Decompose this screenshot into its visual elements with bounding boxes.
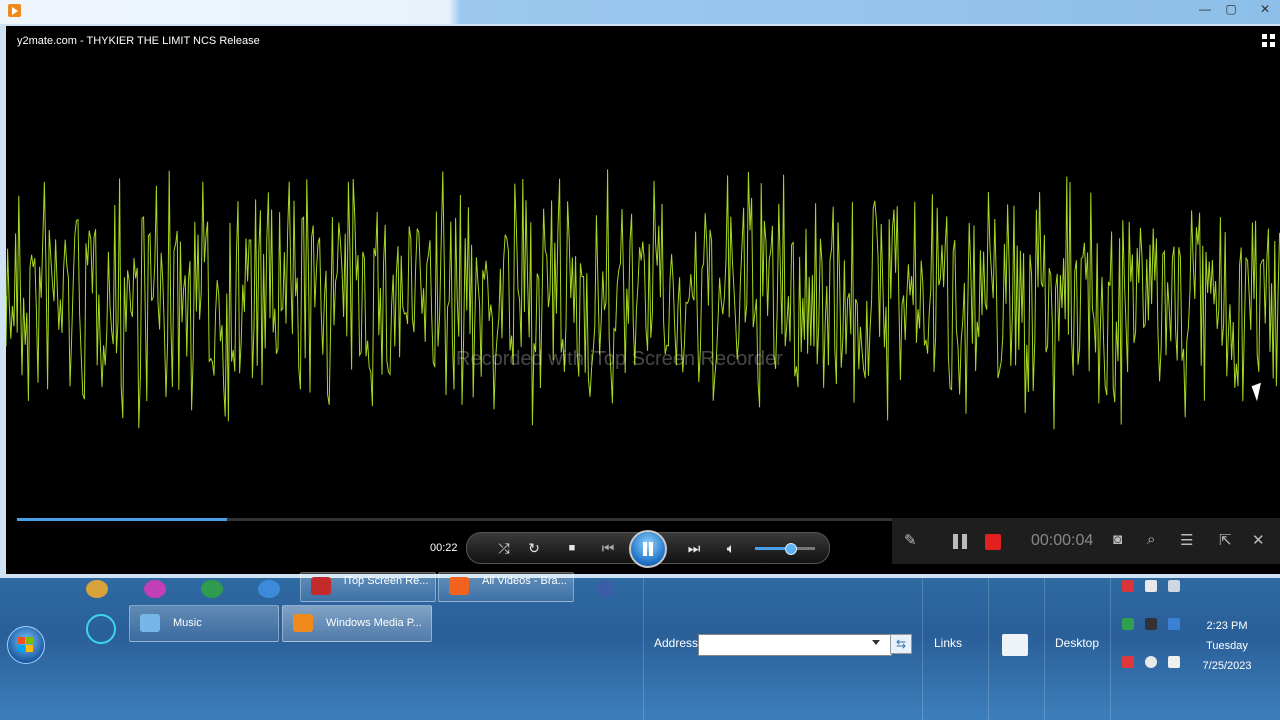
next-icon[interactable]: ⏭ [679,539,709,557]
title-bar[interactable]: — ▢ ✕ [0,0,1280,24]
internet-explorer-icon[interactable] [258,580,280,598]
taskbar-divider [1044,578,1045,720]
display-tray-icon[interactable] [1168,618,1180,630]
previous-icon[interactable]: ⏮ [593,539,623,557]
security-tray-icon[interactable] [1122,618,1134,630]
seek-progress [17,518,227,521]
address-go-button[interactable]: ⇆ [890,634,912,654]
taskbar-divider [643,578,644,720]
browser-quicklaunch-icon[interactable] [144,580,166,598]
stop-icon[interactable]: ■ [561,539,583,557]
facebook-icon[interactable] [596,580,614,598]
system-clock[interactable]: 2:23 PM Tuesday 7/25/2023 [1196,616,1258,676]
recorder-pause-button[interactable] [953,534,967,549]
pen-icon[interactable]: ✎ [904,531,917,549]
taskbar-divider [988,578,989,720]
start-button[interactable] [7,626,45,664]
recorder-close-icon[interactable]: ✕ [1252,531,1265,549]
taskbar-brave[interactable]: All Videos - Bra... [438,572,574,602]
yandex-tray-icon[interactable] [1145,656,1157,668]
volume-icon[interactable]: 🔈︎ [720,539,742,557]
maximize-button[interactable]: ▢ [1220,2,1242,16]
tools-tray-icon[interactable] [1145,618,1157,630]
taskbar-wmp-label: Windows Media P... [326,617,422,629]
recorder-watermark: Recorded with iTop Screen Recorder [456,348,783,370]
wmp-icon [293,614,313,632]
speaker-tray-icon[interactable] [1145,580,1157,592]
taskbar-divider [922,578,923,720]
close-button[interactable]: ✕ [1254,2,1276,16]
recorder-stop-button[interactable] [985,534,1001,550]
shuffle-icon[interactable]: ⤮ [493,539,515,557]
music-icon [140,614,160,632]
pause-button[interactable] [629,530,667,568]
taskbar-itop-recorder[interactable]: iTop Screen Re... [300,572,436,602]
desktop-label[interactable]: Desktop [1055,636,1099,650]
media-player-window: — ▢ ✕ y2mate.com - THYKIER THE LIMIT NCS… [0,0,1280,578]
taskbar-windows-media-player[interactable]: Windows Media P... [282,605,432,642]
annotation-icon[interactable]: ☰ [1180,531,1193,549]
windows-media-player-icon [8,4,21,17]
shield-quicklaunch-icon[interactable] [201,580,223,598]
taskbar: iTop Screen Re... All Videos - Bra... Mu… [0,572,1280,720]
recorder-elapsed: 00:00:04 [1031,532,1094,549]
playback-controls: ⤮ ↻ ■ ⏮ ⏭ 🔈︎ [466,530,830,568]
clock-day: Tuesday [1206,640,1248,652]
itop-icon [311,577,331,595]
brave-icon [449,577,469,595]
taskbar-music-label: Music [173,617,202,629]
desktop-toolbar-icon[interactable] [1002,634,1028,656]
taskbar-brave-label: All Videos - Bra... [482,575,567,587]
popout-icon[interactable]: ⇱ [1219,531,1232,549]
volume-slider[interactable] [755,543,815,555]
taskbar-music[interactable]: Music [129,605,279,642]
address-label: Address [654,636,699,650]
camera-icon[interactable]: ◙ [1113,531,1122,548]
elapsed-time: 00:22 [430,542,458,554]
action-center-flag-icon[interactable] [1168,656,1180,668]
cortana-icon[interactable] [86,614,116,644]
volume-knob[interactable] [784,543,797,555]
clock-date: 7/25/2023 [1202,660,1252,672]
zoom-icon[interactable]: ⌕ [1147,531,1155,548]
flag-red-tray-icon[interactable] [1122,656,1134,668]
taskbar-itop-label: iTop Screen Re... [344,575,429,587]
switch-to-library-icon[interactable] [1262,34,1276,48]
video-area[interactable]: y2mate.com - THYKIER THE LIMIT NCS Relea… [6,26,1280,574]
address-dropdown-icon[interactable] [872,640,880,645]
video-title: y2mate.com - THYKIER THE LIMIT NCS Relea… [17,35,260,47]
chrome-quicklaunch-icon[interactable] [86,580,108,598]
waveform-line [6,169,1280,430]
address-input[interactable] [698,634,892,656]
seek-bar[interactable] [17,518,892,521]
recorder-tray-icon[interactable] [1122,580,1134,592]
network-tray-icon[interactable] [1168,580,1180,592]
minimize-button[interactable]: — [1194,2,1216,16]
clock-time: 2:23 PM [1206,620,1248,632]
links-label[interactable]: Links [934,636,962,650]
audio-visualization [6,169,1280,430]
screen-recorder-toolbar: ✎ 00:00:04 ◙ ⌕ ☰ ⇱ ✕ [892,518,1280,564]
taskbar-divider [1110,578,1111,720]
repeat-icon[interactable]: ↻ [523,539,545,557]
